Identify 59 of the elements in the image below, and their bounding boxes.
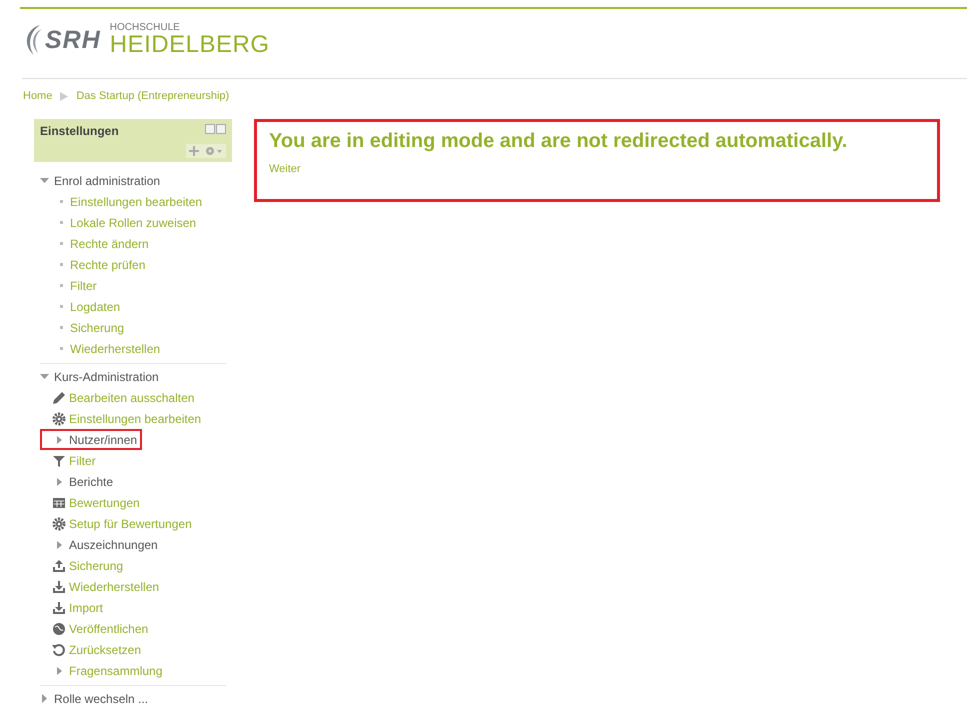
logo-title: HEIDELBERG <box>110 33 270 57</box>
tree-node[interactable]: Enrol administration <box>40 170 160 191</box>
breadcrumb-link[interactable]: Das Startup (Entrepreneurship) <box>76 90 230 102</box>
dock-icon[interactable] <box>216 124 226 134</box>
tree-item[interactable]: Einstellungen bearbeiten <box>40 408 206 429</box>
tree-item[interactable]: Filter <box>40 450 101 471</box>
tree-item[interactable]: Bearbeiten ausschalten <box>40 387 200 408</box>
gear-icon <box>52 412 66 426</box>
tree-node[interactable]: Rolle wechseln ... <box>40 688 148 709</box>
bullet-icon <box>60 347 63 350</box>
bullet-icon <box>60 242 63 245</box>
table-icon <box>52 496 66 510</box>
breadcrumb-link[interactable]: Home <box>23 90 52 102</box>
bullet-icon <box>60 326 63 329</box>
continue-link[interactable]: Weiter <box>269 163 301 175</box>
bullet-icon <box>60 263 63 266</box>
reset-icon <box>52 642 66 656</box>
caret-icon <box>40 176 49 185</box>
tree-item[interactable]: Wiederherstellen <box>40 338 166 359</box>
tree-item[interactable]: Veröffentlichen <box>40 618 154 639</box>
gear-icon <box>52 516 66 530</box>
tree-item[interactable]: Import <box>40 597 108 618</box>
tree-item[interactable]: Zurücksetzen <box>40 639 146 660</box>
tree-item[interactable]: Auszeichnungen <box>40 534 163 555</box>
tree-node[interactable]: Kurs-Administration <box>40 366 159 387</box>
pencil-icon <box>52 390 66 404</box>
tree-item[interactable]: Sicherung <box>40 555 128 576</box>
tree-item[interactable]: Logdaten <box>40 296 126 317</box>
bullet-icon <box>60 221 63 224</box>
tree-item[interactable]: Einstellungen bearbeiten <box>40 191 208 212</box>
logo-mark: SRH <box>45 26 101 54</box>
filter-icon <box>52 454 66 468</box>
tree-item[interactable]: Rechte prüfen <box>40 254 150 275</box>
block-title: Einstellungen <box>40 124 119 138</box>
tree-item[interactable]: Fragensammlung <box>40 660 168 681</box>
tree-item[interactable]: Filter <box>40 275 102 296</box>
tree-item[interactable]: Rechte ändern <box>40 233 154 254</box>
collapse-icon[interactable] <box>205 124 215 134</box>
tree-item[interactable]: Bewertungen <box>40 492 145 513</box>
tree-item[interactable]: Lokale Rollen zuweisen <box>40 212 202 233</box>
upload-icon <box>52 558 66 572</box>
bullet-icon <box>60 305 63 308</box>
message-heading: You are in editing mode and are not redirected automatically. <box>269 130 848 153</box>
tree-item[interactable]: Sicherung <box>40 317 130 338</box>
tree-item[interactable]: Berichte <box>40 471 118 492</box>
gear-icon[interactable] <box>205 146 223 156</box>
bullet-icon <box>60 200 63 203</box>
caret-icon <box>40 694 49 703</box>
download-icon <box>52 600 66 614</box>
bullet-icon <box>60 284 63 287</box>
download-icon <box>52 580 66 594</box>
logo-subtitle: HOCHSCHULE <box>110 23 181 33</box>
tree-item[interactable]: Nutzer/innen <box>40 429 142 450</box>
breadcrumb-separator-icon <box>60 92 68 100</box>
caret-icon <box>40 372 49 381</box>
tree-item[interactable]: Wiederherstellen <box>40 576 164 597</box>
globe-icon <box>52 622 66 636</box>
tree-item[interactable]: Setup für Bewertungen <box>40 513 197 534</box>
move-icon[interactable] <box>189 146 199 156</box>
